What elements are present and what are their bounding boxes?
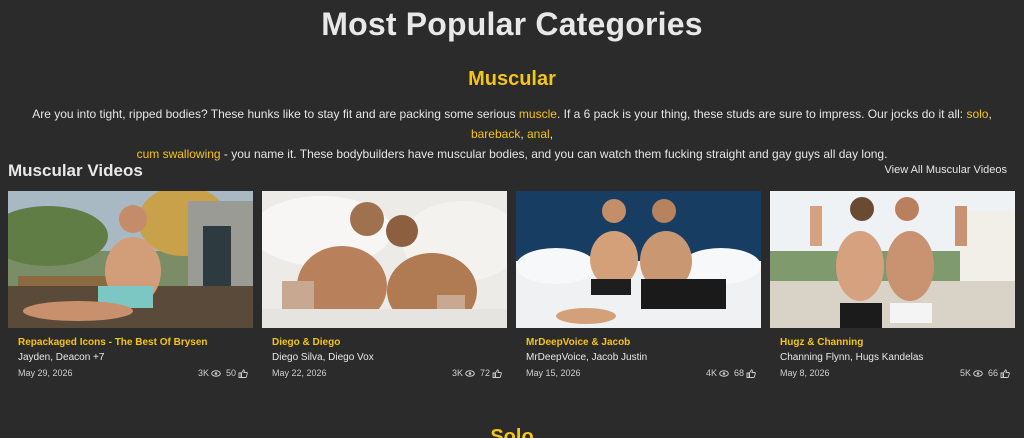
eye-icon — [973, 369, 983, 377]
view-all-link[interactable]: View All Muscular Videos — [885, 164, 1008, 176]
description-text: . If a 6 pack is your thing, these studs… — [556, 107, 967, 121]
video-card[interactable]: Diego & Diego Diego Silva, Diego Vox May… — [262, 191, 507, 387]
view-count: 3K — [451, 368, 463, 378]
video-title[interactable]: MrDeepVoice & Jacob — [526, 337, 756, 348]
video-meta: May 15, 2026 4K 68 — [526, 368, 756, 380]
video-meta: May 29, 2026 3K 50 — [18, 368, 248, 380]
like-count: 72 — [479, 368, 490, 378]
video-thumbnail[interactable] — [516, 191, 761, 328]
video-title[interactable]: Repackaged Icons - The Best Of Brysen — [18, 337, 248, 348]
video-models[interactable]: Jayden, Deacon +7 — [18, 352, 248, 363]
page-title: Most Popular Categories — [321, 6, 703, 42]
link-cum-swallowing[interactable]: cum swallowing — [137, 147, 221, 161]
section-title: Muscular Videos — [8, 161, 143, 180]
thumbnail-image — [516, 191, 761, 328]
video-models[interactable]: MrDeepVoice, Jacob Justin — [526, 352, 756, 363]
thumbs-up-icon[interactable] — [746, 368, 756, 378]
eye-icon — [465, 369, 475, 377]
thumbs-up-icon[interactable] — [238, 368, 248, 378]
link-muscle[interactable]: muscle — [519, 107, 557, 121]
view-count: 3K — [197, 368, 209, 378]
separator: , — [520, 127, 527, 141]
video-thumbnail[interactable] — [770, 191, 1015, 328]
separator: , — [988, 107, 992, 121]
eye-icon — [211, 369, 221, 377]
description-text: - you name it. These bodybuilders have m… — [220, 147, 888, 161]
video-date: May 22, 2026 — [272, 368, 327, 378]
video-models[interactable]: Channing Flynn, Hugs Kandelas — [780, 352, 1010, 363]
like-count: 68 — [733, 368, 744, 378]
eye-icon — [719, 369, 729, 377]
section-header: Muscular Videos View All Muscular Videos — [8, 160, 1016, 182]
video-meta: May 8, 2026 5K 66 — [780, 368, 1010, 380]
video-date: May 8, 2026 — [780, 368, 830, 378]
video-stats: 5K 66 — [960, 368, 1010, 378]
link-anal[interactable]: anal — [527, 127, 550, 141]
video-stats: 4K 68 — [706, 368, 756, 378]
view-count: 5K — [959, 368, 971, 378]
video-thumbnail[interactable] — [262, 191, 507, 328]
video-models[interactable]: Diego Silva, Diego Vox — [272, 352, 502, 363]
video-stats: 3K 50 — [198, 368, 248, 378]
thumbnail-image — [770, 191, 1015, 328]
video-card[interactable]: Hugz & Channing Channing Flynn, Hugs Kan… — [770, 191, 1015, 387]
video-date: May 29, 2026 — [18, 368, 73, 378]
like-count: 66 — [987, 368, 998, 378]
thumbnail-image — [262, 191, 507, 328]
video-stats: 3K 72 — [452, 368, 502, 378]
video-thumbnail[interactable] — [8, 191, 253, 328]
separator: , — [549, 127, 554, 141]
thumbnail-image — [8, 191, 253, 328]
link-bareback[interactable]: bareback — [471, 127, 520, 141]
video-date: May 15, 2026 — [526, 368, 581, 378]
view-count: 4K — [705, 368, 717, 378]
thumbs-up-icon[interactable] — [1000, 368, 1010, 378]
next-category-title: Solo — [490, 426, 534, 438]
like-count: 50 — [225, 368, 236, 378]
video-card[interactable]: Repackaged Icons - The Best Of Brysen Ja… — [8, 191, 253, 387]
video-title[interactable]: Diego & Diego — [272, 337, 502, 348]
category-title: Muscular — [468, 68, 556, 90]
video-grid: Repackaged Icons - The Best Of Brysen Ja… — [8, 191, 1016, 387]
thumbs-up-icon[interactable] — [492, 368, 502, 378]
video-card[interactable]: MrDeepVoice & Jacob MrDeepVoice, Jacob J… — [516, 191, 761, 387]
link-solo[interactable]: solo — [966, 107, 988, 121]
video-meta: May 22, 2026 3K 72 — [272, 368, 502, 380]
video-title[interactable]: Hugz & Channing — [780, 337, 1010, 348]
description-text: Are you into tight, ripped bodies? These… — [32, 107, 519, 121]
category-description: Are you into tight, ripped bodies? These… — [10, 104, 1014, 164]
